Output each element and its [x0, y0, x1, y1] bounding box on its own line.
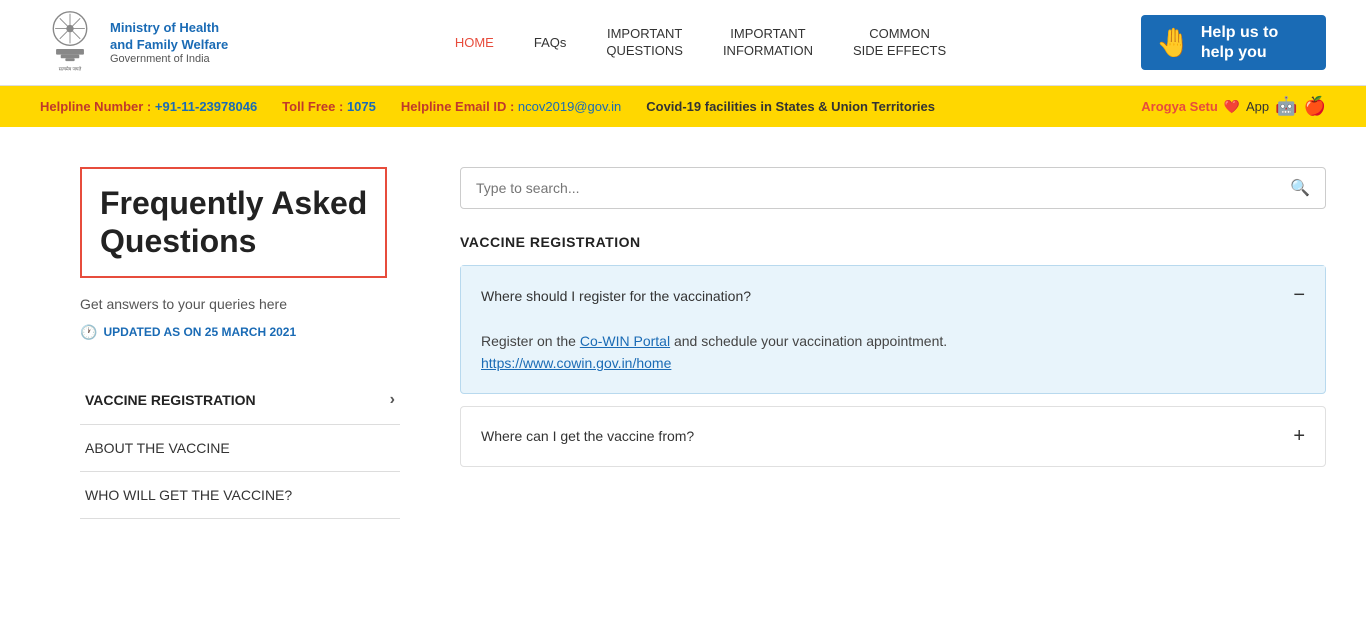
faq-question-text-2: Where can I get the vaccine from?: [481, 428, 694, 444]
ministry-name: Ministry of Health: [110, 20, 228, 37]
svg-text:सत्यमेव जयते: सत्यमेव जयते: [59, 65, 82, 71]
faq-question-2[interactable]: Where can I get the vaccine from? +: [461, 407, 1325, 466]
answer-text-before-link: Register on the: [481, 333, 580, 349]
cowin-portal-link[interactable]: Co-WIN Portal: [580, 333, 670, 349]
faq-toggle-2: +: [1293, 425, 1305, 448]
search-box[interactable]: 🔍: [460, 167, 1326, 209]
apple-icon[interactable]: 🍎: [1304, 96, 1326, 117]
faq-subtitle: Get answers to your queries here: [80, 296, 400, 312]
helpline-label: Helpline Number : +91-11-23978046: [40, 99, 257, 114]
arogya-label: Arogya Setu: [1141, 99, 1218, 114]
cowin-url-link[interactable]: https://www.cowin.gov.in/home: [481, 355, 671, 371]
nav-common-side-effects[interactable]: COMMONSIDE EFFECTS: [848, 21, 951, 65]
helpline-email: Helpline Email ID : ncov2019@gov.in: [401, 99, 621, 114]
heart-icon: ❤️: [1224, 99, 1240, 115]
android-icon[interactable]: 🤖: [1275, 96, 1297, 117]
main-content: Frequently Asked Questions Get answers t…: [0, 127, 1366, 577]
left-panel: Frequently Asked Questions Get answers t…: [80, 167, 400, 557]
faq-question-text-1: Where should I register for the vaccinat…: [481, 288, 751, 304]
nav-important-questions[interactable]: IMPORTANTQUESTIONS: [601, 21, 688, 65]
logo-area: सत्यमेव जयते Ministry of Health and Fami…: [40, 10, 260, 75]
search-icon[interactable]: 🔍: [1290, 178, 1310, 198]
info-bar: Helpline Number : +91-11-23978046 Toll F…: [0, 86, 1366, 127]
logo-text: Ministry of Health and Family Welfare Go…: [110, 20, 228, 66]
faq-item-2: Where can I get the vaccine from? +: [460, 406, 1326, 467]
sidebar-label: VACCINE REGISTRATION: [85, 392, 256, 408]
faq-title: Frequently Asked Questions: [80, 167, 387, 278]
search-input[interactable]: [476, 180, 1290, 196]
nav-home[interactable]: HOME: [450, 30, 499, 55]
sidebar-item-who-will-get[interactable]: WHO WILL GET THE VACCINE?: [80, 472, 400, 519]
app-label: App: [1246, 99, 1269, 114]
main-nav: HOME FAQs IMPORTANTQUESTIONS IMPORTANTIN…: [260, 21, 1141, 65]
faq-toggle-1: −: [1293, 284, 1305, 307]
help-banner-text: Help us tohelp you: [1201, 23, 1278, 61]
sidebar-label: ABOUT THE VACCINE: [85, 440, 230, 456]
hand-icon: 🤚: [1156, 26, 1191, 59]
nav-faqs[interactable]: FAQs: [529, 30, 572, 55]
email-link[interactable]: ncov2019@gov.in: [518, 99, 621, 114]
faq-item-1: Where should I register for the vaccinat…: [460, 265, 1326, 394]
sidebar-menu: VACCINE REGISTRATION › ABOUT THE VACCINE…: [80, 376, 400, 519]
ministry-name2: and Family Welfare: [110, 37, 228, 54]
section-title: VACCINE REGISTRATION: [460, 234, 1326, 250]
sidebar-item-vaccine-registration[interactable]: VACCINE REGISTRATION ›: [80, 376, 400, 425]
clock-icon: 🕐: [80, 324, 97, 341]
covid-facilities-link[interactable]: Covid-19 facilities in States & Union Te…: [646, 99, 935, 114]
nav-important-information[interactable]: IMPORTANTINFORMATION: [718, 21, 818, 65]
faq-answer-1: Register on the Co-WIN Portal and schedu…: [461, 325, 1325, 393]
site-header: सत्यमेव जयते Ministry of Health and Fami…: [0, 0, 1366, 86]
ashoka-emblem-icon: सत्यमेव जयते: [40, 10, 100, 75]
updated-date: 🕐 UPDATED AS ON 25 MARCH 2021: [80, 324, 400, 341]
sidebar-label: WHO WILL GET THE VACCINE?: [85, 487, 292, 503]
help-banner[interactable]: 🤚 Help us tohelp you: [1141, 15, 1326, 69]
toll-free: Toll Free : 1075: [282, 99, 376, 114]
sidebar-item-about-vaccine[interactable]: ABOUT THE VACCINE: [80, 425, 400, 472]
answer-text-after-link: and schedule your vaccination appointmen…: [670, 333, 947, 349]
arogya-section: Arogya Setu ❤️ App 🤖 🍎: [1141, 96, 1326, 117]
right-panel: 🔍 VACCINE REGISTRATION Where should I re…: [460, 167, 1326, 557]
faq-question-1[interactable]: Where should I register for the vaccinat…: [461, 266, 1325, 325]
govt-name: Government of India: [110, 53, 228, 65]
chevron-right-icon: ›: [390, 391, 395, 409]
app-icons: 🤖 🍎: [1275, 96, 1326, 117]
